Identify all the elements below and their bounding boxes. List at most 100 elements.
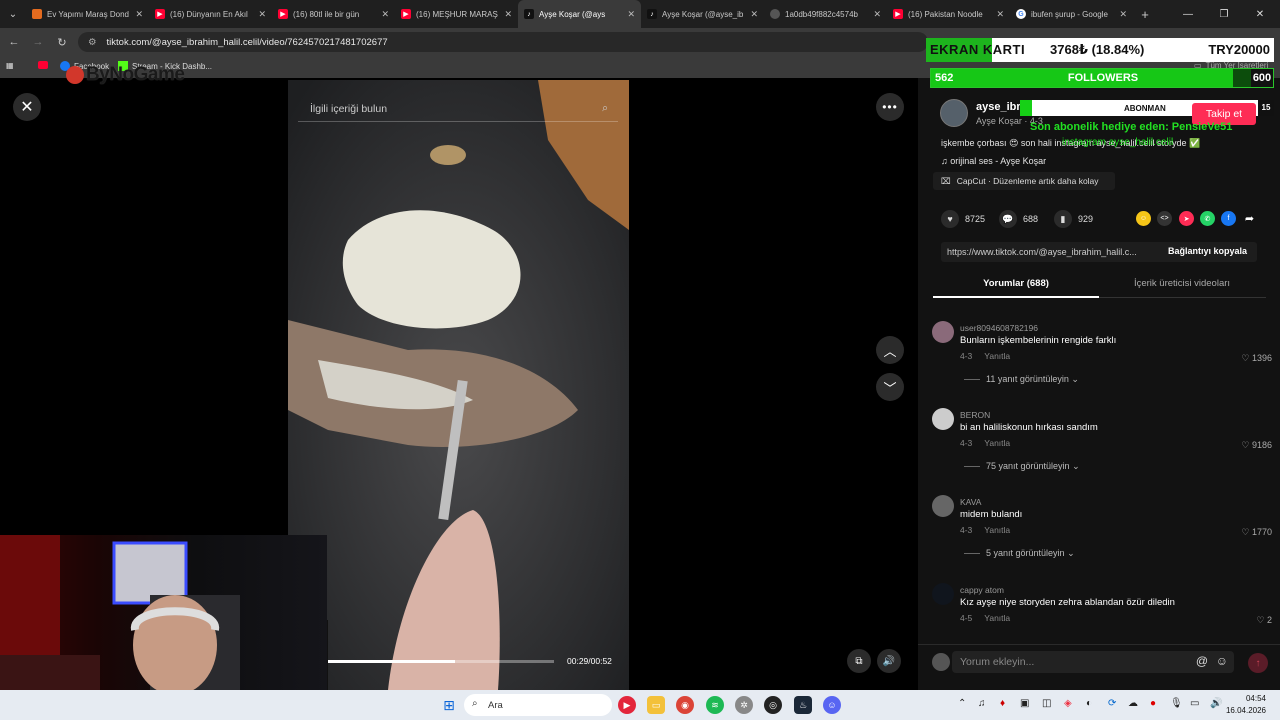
tray-app-icon[interactable]: ☁: [1128, 698, 1138, 709]
back-arrow-icon[interactable]: ←: [6, 34, 22, 50]
author-avatar[interactable]: [940, 99, 968, 127]
tray-app-icon[interactable]: ◐: [1086, 698, 1092, 709]
site-info-icon[interactable]: ⚙: [88, 37, 97, 48]
browser-tab[interactable]: ▶ (16) MEŞHUR MARAŞ ✕: [395, 0, 518, 28]
close-tab-icon[interactable]: ✕: [504, 9, 512, 20]
spotify-icon[interactable]: ≋: [706, 696, 724, 714]
taskbar-search[interactable]: ⌕ Ara: [464, 694, 612, 716]
whatsapp-icon[interactable]: ✆: [1200, 211, 1215, 226]
emoji-icon[interactable]: ☺: [1216, 654, 1228, 668]
share-arrow-icon[interactable]: ➦: [1242, 211, 1257, 226]
new-tab-button[interactable]: +: [1133, 7, 1157, 22]
url-input[interactable]: ⚙ tiktok.com/@ayse_ibrahim_halil.celil/v…: [78, 32, 928, 52]
media-player-icon[interactable]: ▶: [618, 696, 636, 714]
music-link[interactable]: ♫ orijinal ses - Ayşe Koşar: [941, 156, 1046, 166]
reply-button[interactable]: Yanıtla: [984, 438, 1010, 448]
comment-input[interactable]: Yorum ekleyin... @ ☺: [952, 651, 1234, 673]
tray-app-icon[interactable]: ▣: [1020, 698, 1029, 709]
reply-button[interactable]: Yanıtla: [984, 525, 1010, 535]
tray-app-icon[interactable]: ◈: [1064, 698, 1072, 709]
more-options-button[interactable]: •••: [876, 93, 904, 121]
browser-tab[interactable]: ▶ (16) Dünyanın En Akıl ✕: [149, 0, 272, 28]
windows-start-icon[interactable]: ⊞: [440, 696, 458, 714]
browser-tab[interactable]: Ev Yapımı Maraş Dond ✕: [26, 0, 149, 28]
steam-icon[interactable]: ♨: [794, 696, 812, 714]
commenter-name[interactable]: cappy atom: [960, 585, 1004, 595]
close-tab-icon[interactable]: ✕: [627, 9, 635, 20]
view-replies-button[interactable]: 75 yanıt görüntüleyin ⌄: [964, 461, 1080, 472]
close-tab-icon[interactable]: ✕: [1119, 9, 1127, 20]
comment-stat[interactable]: 💬 688: [999, 210, 1038, 228]
volume-icon[interactable]: 🔊: [1210, 698, 1222, 709]
close-tab-icon[interactable]: ✕: [996, 9, 1004, 20]
browser-tab-active[interactable]: ♪ Ayşe Koşar (@ays ✕: [518, 0, 641, 28]
volume-button[interactable]: 🔊: [877, 649, 901, 673]
view-replies-button[interactable]: 11 yanıt görüntüleyin ⌄: [964, 374, 1079, 385]
user-avatar[interactable]: [932, 653, 950, 671]
comment-likes[interactable]: ♡ 9186: [1241, 440, 1272, 451]
obs-icon[interactable]: ◎: [764, 696, 782, 714]
tab-creator-videos[interactable]: İçerik üreticisi videoları: [1099, 278, 1265, 289]
commenter-avatar[interactable]: [932, 583, 954, 605]
tray-audio-icon[interactable]: ♫: [978, 698, 986, 709]
forward-arrow-icon[interactable]: →: [30, 34, 46, 50]
video-player[interactable]: [288, 80, 629, 690]
tab-comments[interactable]: Yorumlar (688): [933, 278, 1099, 289]
pip-button[interactable]: ⧉: [847, 649, 871, 673]
like-stat[interactable]: ♥ 8725: [941, 210, 985, 228]
browser-tab[interactable]: ▶ (16) Pakistan Noodle ✕: [887, 0, 1010, 28]
system-clock[interactable]: 04:54 16.04.2026: [1226, 693, 1266, 717]
video-search-input[interactable]: İlgili içeriği bulun ⌕: [298, 96, 618, 122]
tray-app-icon[interactable]: ⟳: [1108, 698, 1116, 709]
mention-icon[interactable]: @: [1196, 654, 1208, 668]
file-explorer-icon[interactable]: ▭: [647, 696, 665, 714]
discord-icon[interactable]: ☺: [823, 696, 841, 714]
embed-code-icon[interactable]: <>: [1157, 211, 1172, 226]
reply-button[interactable]: Yanıtla: [984, 351, 1010, 361]
previous-video-button[interactable]: ︿: [876, 336, 904, 364]
emoji-share-icon[interactable]: ☺: [1136, 211, 1151, 226]
tray-app-icon[interactable]: ♦: [1000, 698, 1005, 709]
video-progress-bar[interactable]: [328, 660, 554, 663]
facebook-share-icon[interactable]: f: [1221, 211, 1236, 226]
close-tab-icon[interactable]: ✕: [258, 9, 266, 20]
comment-likes[interactable]: ♡ 1396: [1241, 353, 1272, 364]
copy-link-button[interactable]: Bağlantıyı kopyala: [1168, 246, 1247, 256]
maximize-icon[interactable]: ❐: [1206, 0, 1242, 28]
send-icon[interactable]: ➤: [1179, 211, 1194, 226]
tray-expand-icon[interactable]: ⌃: [958, 698, 966, 709]
tray-app-icon[interactable]: ◫: [1042, 698, 1051, 709]
close-tab-icon[interactable]: ✕: [873, 9, 881, 20]
close-video-button[interactable]: ✕: [13, 93, 41, 121]
close-window-icon[interactable]: ✕: [1242, 0, 1278, 28]
minimize-icon[interactable]: —: [1170, 0, 1206, 28]
network-icon[interactable]: ▭: [1190, 698, 1199, 709]
browser-tab[interactable]: Gibufen şurup - Google ✕: [1010, 0, 1133, 28]
tab-list-button[interactable]: ⌄: [0, 0, 26, 28]
commenter-avatar[interactable]: [932, 321, 954, 343]
commenter-name[interactable]: user8094608782196: [960, 323, 1038, 333]
chrome-icon[interactable]: ◉: [676, 696, 694, 714]
capcut-banner[interactable]: ⌧ CapCut · Düzenleme artık daha kolay: [933, 172, 1115, 190]
close-tab-icon[interactable]: ✕: [135, 9, 143, 20]
browser-tab[interactable]: ♪ Ayşe Koşar (@ayse_ib ✕: [641, 0, 764, 28]
commenter-avatar[interactable]: [932, 408, 954, 430]
post-comment-button[interactable]: ↑: [1248, 653, 1268, 673]
microphone-icon[interactable]: 🎙: [1170, 698, 1183, 709]
browser-tab[interactable]: 1a0db49f882c4574b ✕: [764, 0, 887, 28]
video-link-field[interactable]: https://www.tiktok.com/@ayse_ibrahim_hal…: [941, 242, 1257, 262]
commenter-name[interactable]: KAVA: [960, 497, 981, 507]
reply-button[interactable]: Yanıtla: [984, 613, 1010, 623]
next-video-button[interactable]: ﹀: [876, 373, 904, 401]
comment-likes[interactable]: ♡ 2: [1256, 615, 1272, 626]
close-tab-icon[interactable]: ✕: [750, 9, 758, 20]
close-tab-icon[interactable]: ✕: [381, 9, 389, 20]
comment-likes[interactable]: ♡ 1770: [1241, 527, 1272, 538]
reload-icon[interactable]: ↻: [54, 34, 70, 50]
tray-app-icon[interactable]: ●: [1150, 698, 1156, 709]
browser-tab[interactable]: ▶ (16) 80tl ile bir gün ✕: [272, 0, 395, 28]
settings-app-icon[interactable]: ✲: [735, 696, 753, 714]
commenter-name[interactable]: BERON: [960, 410, 990, 420]
youtube-bookmark[interactable]: [38, 61, 48, 69]
apps-grid-icon[interactable]: ▦: [6, 61, 14, 70]
